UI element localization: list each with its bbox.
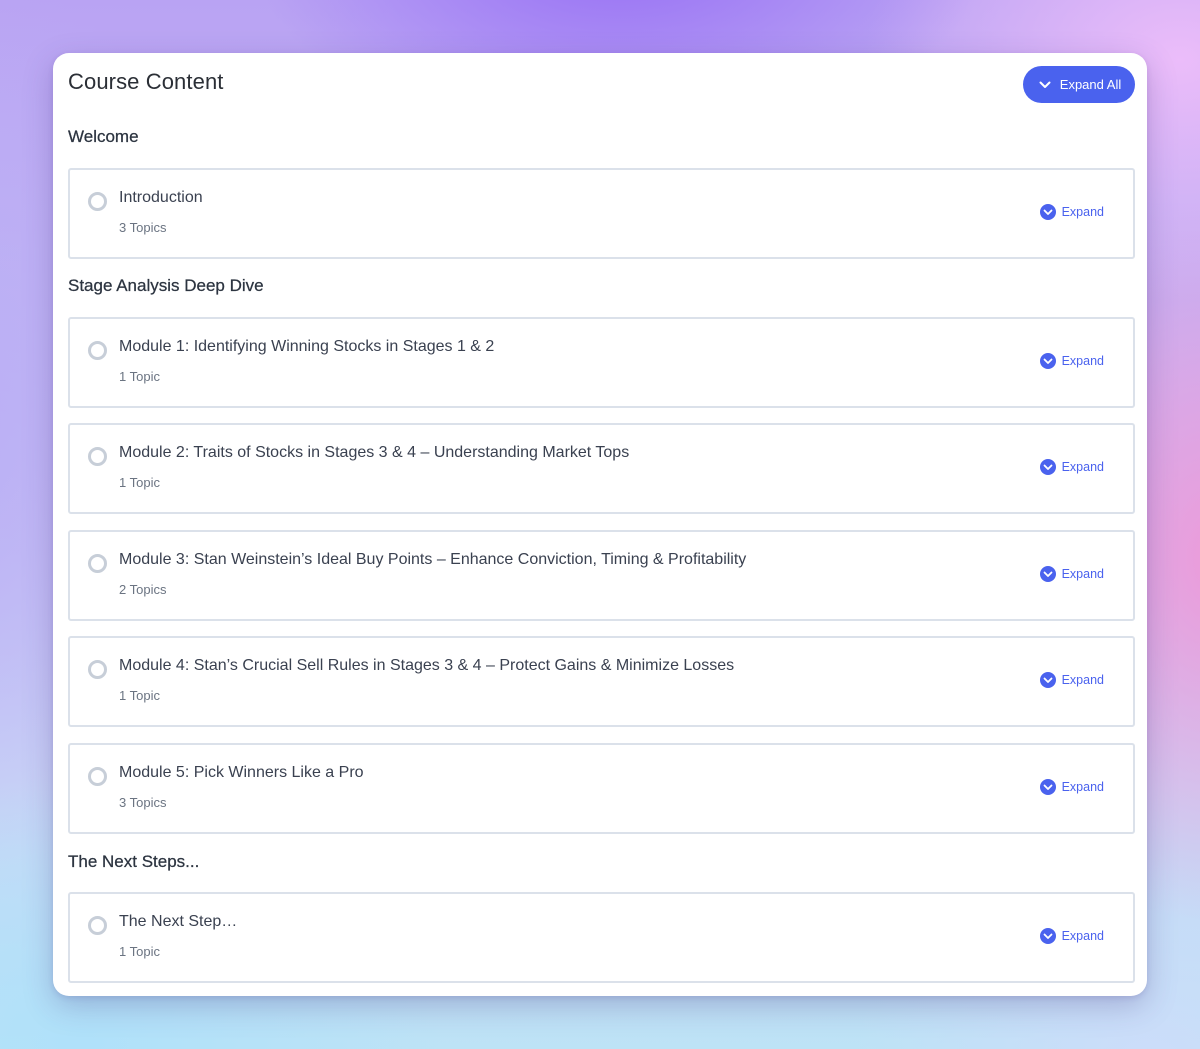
course-content-card: Course Content Expand All Welcome Introd… [53, 53, 1147, 996]
lesson-title[interactable]: The Next Step… [119, 913, 237, 931]
lesson-topic-count: 1 Topic [119, 475, 160, 490]
chevron-down-circle-icon [1039, 353, 1056, 369]
lesson-topic-count: 1 Topic [119, 944, 160, 959]
expand-label: Expand [1061, 673, 1104, 687]
chevron-down-circle-icon [1039, 672, 1056, 688]
lesson-title[interactable]: Module 3: Stan Weinstein’s Ideal Buy Poi… [119, 551, 746, 569]
completion-status-icon [88, 916, 107, 935]
course-header: Course Content Expand All [68, 66, 1135, 105]
section-heading-next-steps: The Next Steps... [68, 852, 200, 871]
expand-label: Expand [1061, 780, 1104, 794]
expand-all-label: Expand All [1059, 77, 1122, 92]
completion-status-icon [88, 192, 107, 211]
chevron-down-circle-icon [1039, 928, 1056, 944]
expand-all-button[interactable]: Expand All [1023, 66, 1135, 103]
lesson-topic-count: 3 Topics [119, 795, 167, 810]
lesson-title[interactable]: Module 1: Identifying Winning Stocks in … [119, 338, 494, 356]
lesson-item[interactable]: Module 1: Identifying Winning Stocks in … [68, 317, 1135, 408]
lesson-item[interactable]: Introduction 3 Topics Expand [68, 168, 1135, 259]
chevron-down-icon [1039, 81, 1051, 88]
lesson-topic-count: 1 Topic [119, 369, 160, 384]
lesson-topic-count: 1 Topic [119, 688, 160, 703]
expand-label: Expand [1061, 929, 1104, 943]
expand-button[interactable]: Expand [1039, 566, 1104, 582]
lesson-item[interactable]: The Next Step… 1 Topic Expand [68, 892, 1135, 983]
expand-button[interactable]: Expand [1039, 779, 1104, 795]
completion-status-icon [88, 554, 107, 573]
expand-label: Expand [1061, 460, 1104, 474]
completion-status-icon [88, 341, 107, 360]
lesson-item[interactable]: Module 4: Stan’s Crucial Sell Rules in S… [68, 636, 1135, 727]
lesson-title[interactable]: Module 2: Traits of Stocks in Stages 3 &… [119, 444, 629, 462]
expand-button[interactable]: Expand [1039, 353, 1104, 369]
chevron-down-circle-icon [1039, 204, 1056, 220]
page-title: Course Content [68, 69, 224, 94]
completion-status-icon [88, 767, 107, 786]
completion-status-icon [88, 447, 107, 466]
chevron-down-circle-icon [1039, 779, 1056, 795]
lesson-title[interactable]: Introduction [119, 189, 203, 207]
lesson-item[interactable]: Module 3: Stan Weinstein’s Ideal Buy Poi… [68, 530, 1135, 621]
expand-label: Expand [1061, 205, 1104, 219]
lesson-title[interactable]: Module 4: Stan’s Crucial Sell Rules in S… [119, 657, 734, 675]
section-heading-stage-analysis: Stage Analysis Deep Dive [68, 276, 264, 295]
chevron-down-circle-icon [1039, 459, 1056, 475]
expand-label: Expand [1061, 354, 1104, 368]
lesson-topic-count: 3 Topics [119, 220, 167, 235]
lesson-topic-count: 2 Topics [119, 582, 167, 597]
lesson-item[interactable]: Module 2: Traits of Stocks in Stages 3 &… [68, 423, 1135, 514]
expand-label: Expand [1061, 567, 1104, 581]
completion-status-icon [88, 660, 107, 679]
lesson-title[interactable]: Module 5: Pick Winners Like a Pro [119, 764, 364, 782]
expand-button[interactable]: Expand [1039, 459, 1104, 475]
expand-button[interactable]: Expand [1039, 204, 1104, 220]
lesson-item[interactable]: Module 5: Pick Winners Like a Pro 3 Topi… [68, 743, 1135, 834]
chevron-down-circle-icon [1039, 566, 1056, 582]
expand-button[interactable]: Expand [1039, 672, 1104, 688]
expand-button[interactable]: Expand [1039, 928, 1104, 944]
section-heading-welcome: Welcome [68, 127, 139, 146]
